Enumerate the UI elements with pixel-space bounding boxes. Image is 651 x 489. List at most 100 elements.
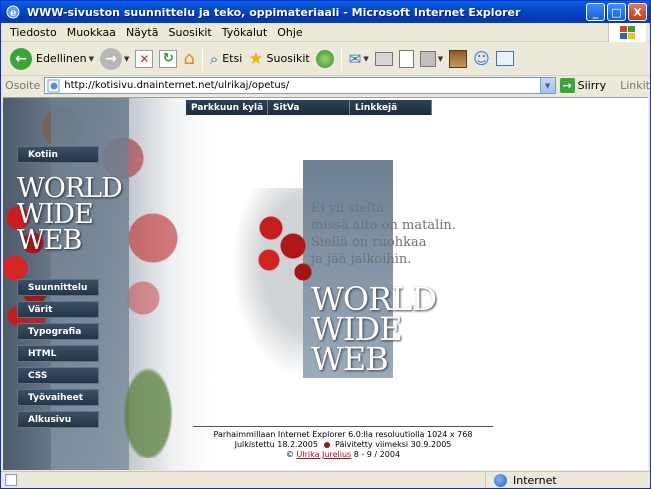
favorites-button[interactable]: ★ Suosikit — [245, 45, 312, 73]
zone-label: Internet — [513, 473, 557, 487]
address-bar: Osoite ▼ → Siirry Linkit — [1, 76, 650, 95]
leaf-image — [113, 348, 183, 458]
poem-line-4: ja jää jalkoihin. — [311, 252, 412, 267]
ie-icon: e — [5, 4, 21, 20]
page-content: Kotiin WORLD WIDE WEB Suunnittelu Värit … — [3, 97, 648, 470]
menu-favorites[interactable]: Suosikit — [163, 26, 216, 39]
forward-arrow-icon: → — [99, 47, 122, 70]
menu-bar: Tiedosto Muokkaa Näytä Suosikit Työkalut… — [1, 23, 650, 42]
poem-line-3: Siellä on ruohkaa — [311, 235, 427, 250]
menu-file[interactable]: Tiedosto — [5, 26, 62, 39]
logo-line-3: WEB — [17, 225, 82, 256]
status-page-icon — [5, 474, 17, 486]
topnav-parkkuun-kyla-link[interactable]: Parkkuun kylä — [186, 100, 268, 115]
home-button[interactable]: ⌂ — [180, 45, 197, 73]
favorites-label: Suosikit — [266, 52, 310, 65]
back-arrow-icon: ← — [10, 47, 32, 70]
published-date: Julkistettu 18.2.2005 — [234, 440, 318, 449]
status-bar: Internet — [1, 471, 650, 488]
discuss-dropdown-icon[interactable]: ▼ — [438, 55, 443, 63]
updated-date: Päivitetty viimeksi 30.9.2005 — [335, 440, 452, 449]
windows-logo-icon — [608, 23, 646, 42]
back-dropdown-icon[interactable]: ▼ — [89, 55, 94, 63]
toolbar-separator — [201, 46, 203, 71]
stop-icon: ✕ — [135, 49, 154, 68]
links-button[interactable]: Linkit — [620, 79, 650, 92]
nav-varit-button[interactable]: Värit — [17, 301, 99, 318]
topnav-sitva-link[interactable]: SitVa — [268, 100, 350, 115]
toolbar-separator — [340, 46, 342, 71]
media-icon — [315, 49, 334, 68]
edit-button[interactable] — [396, 45, 417, 73]
close-button[interactable]: X — [628, 3, 647, 21]
top-navigation: Parkkuun kylä SitVa Linkkejä — [186, 100, 432, 115]
footer-copyright: © Ulrika Jurelius 8 - 9 / 2004 — [193, 450, 493, 460]
url-input[interactable] — [64, 80, 545, 91]
poem-line-2: missä aita on matalin. — [311, 218, 456, 233]
security-zone[interactable]: Internet — [486, 473, 557, 487]
research-icon — [449, 49, 468, 68]
related-links-button[interactable] — [493, 45, 517, 73]
address-label: Osoite — [5, 79, 41, 92]
research-button[interactable] — [446, 45, 470, 73]
browser-window: e WWW-sivuston suunnittelu ja teko, oppi… — [0, 0, 651, 489]
title-bar[interactable]: e WWW-sivuston suunnittelu ja teko, oppi… — [1, 1, 650, 23]
related-links-icon — [495, 51, 514, 66]
topnav-linkkeja-link[interactable]: Linkkejä — [350, 100, 432, 115]
menu-tools[interactable]: Työkalut — [217, 26, 273, 39]
maximize-button[interactable]: □ — [607, 3, 626, 21]
messenger-icon: ☺ — [473, 49, 490, 68]
footer-browser-note: Parhaimmillaan Internet Explorer 6.0:lla… — [213, 430, 473, 439]
mail-dropdown-icon[interactable]: ▼ — [363, 55, 368, 63]
forward-dropdown-icon[interactable]: ▼ — [124, 55, 129, 63]
star-icon: ★ — [248, 48, 264, 69]
home-icon: ⌂ — [183, 48, 195, 69]
nav-home-button[interactable]: Kotiin — [17, 146, 99, 163]
menu-help[interactable]: Ohje — [272, 26, 307, 39]
document-edit-icon — [398, 49, 414, 68]
minimize-button[interactable]: _ — [586, 3, 605, 21]
status-text-area — [1, 472, 486, 488]
footer-divider — [193, 426, 493, 427]
menu-view[interactable]: Näytä — [121, 26, 164, 39]
nav-tyovaiheet-button[interactable]: Työvaiheet — [17, 389, 99, 406]
poem-text: Ei yli sieltä missä aita on matalin. Sie… — [311, 200, 456, 268]
page-footer: Parhaimmillaan Internet Explorer 6.0:lla… — [193, 430, 493, 460]
search-button[interactable]: ⌕ Etsi — [207, 45, 245, 73]
search-label: Etsi — [222, 52, 243, 65]
nav-suunnittelu-button[interactable]: Suunnittelu — [17, 279, 99, 296]
svg-text:e: e — [10, 8, 16, 19]
back-button[interactable]: ← Edellinen ▼ — [7, 45, 97, 73]
print-button[interactable] — [372, 45, 396, 73]
menu-edit[interactable]: Muokkaa — [62, 26, 121, 39]
www-logo-small: WORLD WIDE WEB — [17, 175, 123, 256]
footer-dates: Julkistettu 18.2.2005 Päivitetty viimeks… — [193, 440, 493, 450]
address-dropdown-icon[interactable]: ▼ — [539, 78, 555, 93]
copyright-years: 8 - 9 / 2004 — [353, 450, 401, 459]
window-title: WWW-sivuston suunnittelu ja teko, oppima… — [27, 5, 521, 19]
go-label: Siirry — [577, 79, 607, 92]
poem-line-1: Ei yli sieltä — [311, 201, 385, 216]
www-logo-large: WORLD WIDE WEB — [311, 283, 437, 375]
nav-alkusivu-button[interactable]: Alkusivu — [17, 411, 99, 428]
nav-css-button[interactable]: CSS — [17, 367, 99, 384]
mail-button[interactable]: ✉ ▼ — [346, 45, 372, 73]
address-field[interactable]: ▼ — [44, 77, 556, 94]
stop-button[interactable]: ✕ — [132, 45, 156, 73]
back-label: Edellinen — [36, 52, 87, 65]
messenger-button[interactable]: ☺ — [470, 45, 493, 73]
forward-button[interactable]: → ▼ — [97, 45, 132, 73]
copyright-symbol: © — [285, 450, 294, 459]
go-arrow-icon: → — [559, 78, 575, 93]
mail-icon: ✉ — [348, 49, 362, 68]
media-button[interactable] — [313, 45, 337, 73]
refresh-icon: ↻ — [159, 49, 178, 68]
discuss-button[interactable]: ▼ — [417, 45, 446, 73]
bullet-icon — [323, 441, 330, 448]
page-icon — [47, 79, 61, 93]
author-link[interactable]: Ulrika Jurelius — [297, 450, 352, 459]
nav-html-button[interactable]: HTML — [17, 345, 99, 362]
refresh-button[interactable]: ↻ — [156, 45, 180, 73]
go-button[interactable]: → Siirry — [559, 78, 607, 93]
nav-typografia-button[interactable]: Typografia — [17, 323, 99, 340]
